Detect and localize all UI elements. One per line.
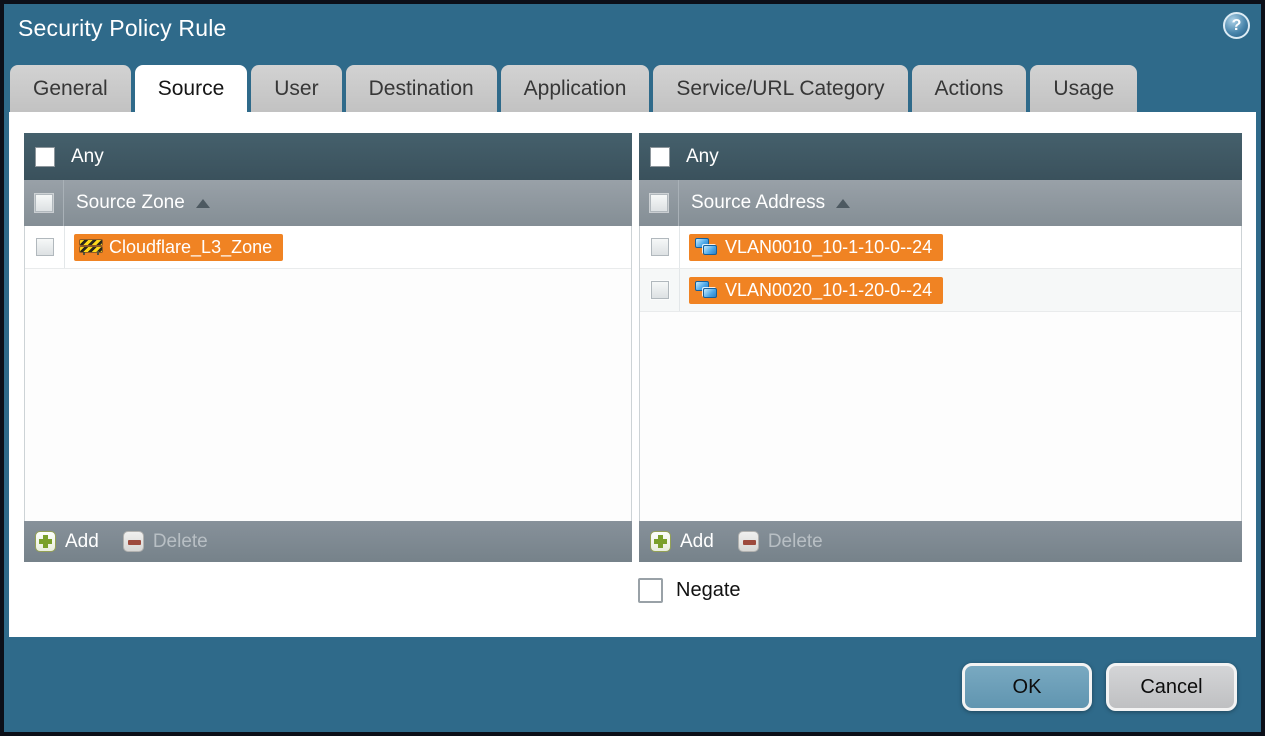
source-address-column-header: Source Address [639,180,1242,226]
add-button[interactable]: Add [35,531,99,553]
source-address-column-label[interactable]: Source Address [691,192,825,214]
table-row[interactable]: Cloudflare_L3_Zone [25,226,631,269]
source-zone-any-label: Any [71,145,104,167]
negate-label: Negate [676,579,741,601]
source-address-select-all-checkbox[interactable] [649,194,668,212]
delete-button[interactable]: Delete [737,531,823,553]
table-row[interactable]: VLAN0010_10-1-10-0--24 [640,226,1241,269]
source-zone-select-all-checkbox[interactable] [34,194,53,212]
tab-usage[interactable]: Usage [1030,65,1138,112]
tab-source[interactable]: Source [134,65,248,112]
row-checkbox[interactable] [650,281,669,299]
tab-destination[interactable]: Destination [345,65,497,112]
address-icon [695,280,718,300]
add-icon [650,531,671,552]
dialog-title: Security Policy Rule [18,15,227,41]
tab-content-source: Any Source Zone Cloudflare_L3_Zone Add D… [9,112,1256,637]
tab-general[interactable]: General [10,65,131,112]
source-zone-list: Cloudflare_L3_Zone [24,226,632,521]
address-chip[interactable]: VLAN0010_10-1-10-0--24 [689,233,944,261]
negate-checkbox[interactable] [638,578,663,603]
source-zone-any-checkbox[interactable] [35,146,55,167]
zone-icon [80,239,102,255]
negate-option: Negate [638,578,741,603]
add-button[interactable]: Add [650,531,714,553]
help-icon[interactable]: ? [1223,12,1250,39]
sort-ascending-icon[interactable] [195,198,210,208]
source-address-toolbar: Add Delete [639,521,1242,562]
source-address-panel: Any Source Address VLAN0010_10-1-10-0--2… [639,133,1242,562]
sort-ascending-icon[interactable] [836,198,851,208]
source-address-list: VLAN0010_10-1-10-0--24 VLAN0020_10-1-20-… [639,226,1242,521]
security-policy-rule-dialog: Security Policy Rule ? General Source Us… [0,0,1265,736]
source-address-any-row: Any [639,133,1242,180]
source-address-any-checkbox[interactable] [650,146,670,167]
source-zone-panel: Any Source Zone Cloudflare_L3_Zone Add D… [24,133,632,562]
source-zone-column-header: Source Zone [24,180,632,226]
ok-button[interactable]: OK [962,663,1092,711]
tab-application[interactable]: Application [500,65,650,112]
source-zone-any-row: Any [24,133,632,180]
tab-actions[interactable]: Actions [911,65,1027,112]
source-zone-column-label[interactable]: Source Zone [76,192,185,214]
tab-service-url-category[interactable]: Service/URL Category [653,65,908,112]
tab-bar: General Source User Destination Applicat… [10,65,1138,112]
table-row[interactable]: VLAN0020_10-1-20-0--24 [640,269,1241,312]
delete-icon [737,531,759,552]
address-name: VLAN0010_10-1-10-0--24 [725,236,933,257]
zone-chip[interactable]: Cloudflare_L3_Zone [74,233,284,261]
address-chip[interactable]: VLAN0020_10-1-20-0--24 [689,276,944,304]
add-icon [35,531,56,552]
cancel-button[interactable]: Cancel [1106,663,1237,711]
address-icon [695,237,718,257]
row-checkbox[interactable] [650,238,669,256]
source-zone-toolbar: Add Delete [24,521,632,562]
source-address-any-label: Any [686,145,719,167]
address-name: VLAN0020_10-1-20-0--24 [725,279,933,300]
tab-user[interactable]: User [251,65,342,112]
delete-icon [122,531,144,552]
row-checkbox[interactable] [35,238,54,256]
delete-button[interactable]: Delete [122,531,208,553]
zone-name: Cloudflare_L3_Zone [109,236,273,257]
